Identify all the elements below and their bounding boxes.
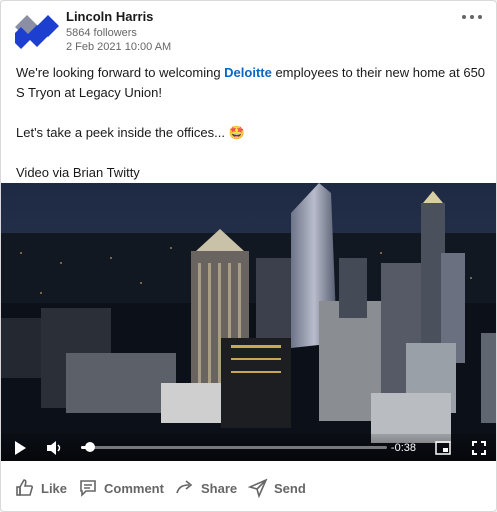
mention-link-deloitte[interactable]: Deloitte (224, 65, 272, 80)
video-controls: -0:38 (1, 434, 496, 461)
time-remaining: -0:38 (390, 442, 416, 454)
share-icon (176, 480, 193, 494)
caption-icon[interactable] (434, 439, 452, 457)
author-name[interactable]: Lincoln Harris (66, 9, 153, 24)
post-paragraph-1: We're looking forward to welcoming Deloi… (16, 63, 486, 103)
video-player[interactable]: -0:38 (1, 183, 496, 461)
share-label: Share (201, 480, 238, 496)
fullscreen-icon[interactable] (470, 439, 488, 457)
comment-icon (80, 480, 96, 497)
comment-button[interactable]: Comment (78, 477, 164, 499)
send-button[interactable]: Send (248, 477, 306, 499)
video-frame-city-skyline (1, 183, 496, 461)
volume-icon[interactable] (46, 439, 64, 457)
send-label: Send (274, 480, 306, 496)
post-header: Lincoln Harris 5864 followers 2 Feb 2021… (1, 1, 496, 61)
post-text: We're looking forward to welcoming Deloi… (16, 63, 486, 183)
more-options-icon[interactable] (460, 7, 484, 27)
comment-label: Comment (104, 480, 164, 496)
share-button[interactable]: Share (175, 477, 237, 499)
like-icon (16, 479, 33, 496)
post-paragraph-3: Video via Brian Twitty (16, 165, 140, 180)
social-actions: Like Comment Share Send (1, 471, 496, 505)
video-progress-handle[interactable] (85, 442, 96, 452)
play-icon[interactable] (11, 439, 29, 457)
follower-count: 5864 followers (66, 27, 137, 39)
video-progress-bar[interactable] (81, 442, 387, 452)
like-button[interactable]: Like (15, 477, 67, 499)
post-text-part: We're looking forward to welcoming (16, 65, 225, 80)
like-label: Like (41, 480, 68, 496)
send-icon (248, 478, 268, 498)
post-paragraph-2: Let's take a peek inside the offices... … (16, 125, 245, 140)
post-date: 2 Feb 2021 10:00 AM (66, 41, 172, 53)
company-logo[interactable] (10, 15, 59, 49)
post-card: Lincoln Harris 5864 followers 2 Feb 2021… (0, 0, 497, 512)
